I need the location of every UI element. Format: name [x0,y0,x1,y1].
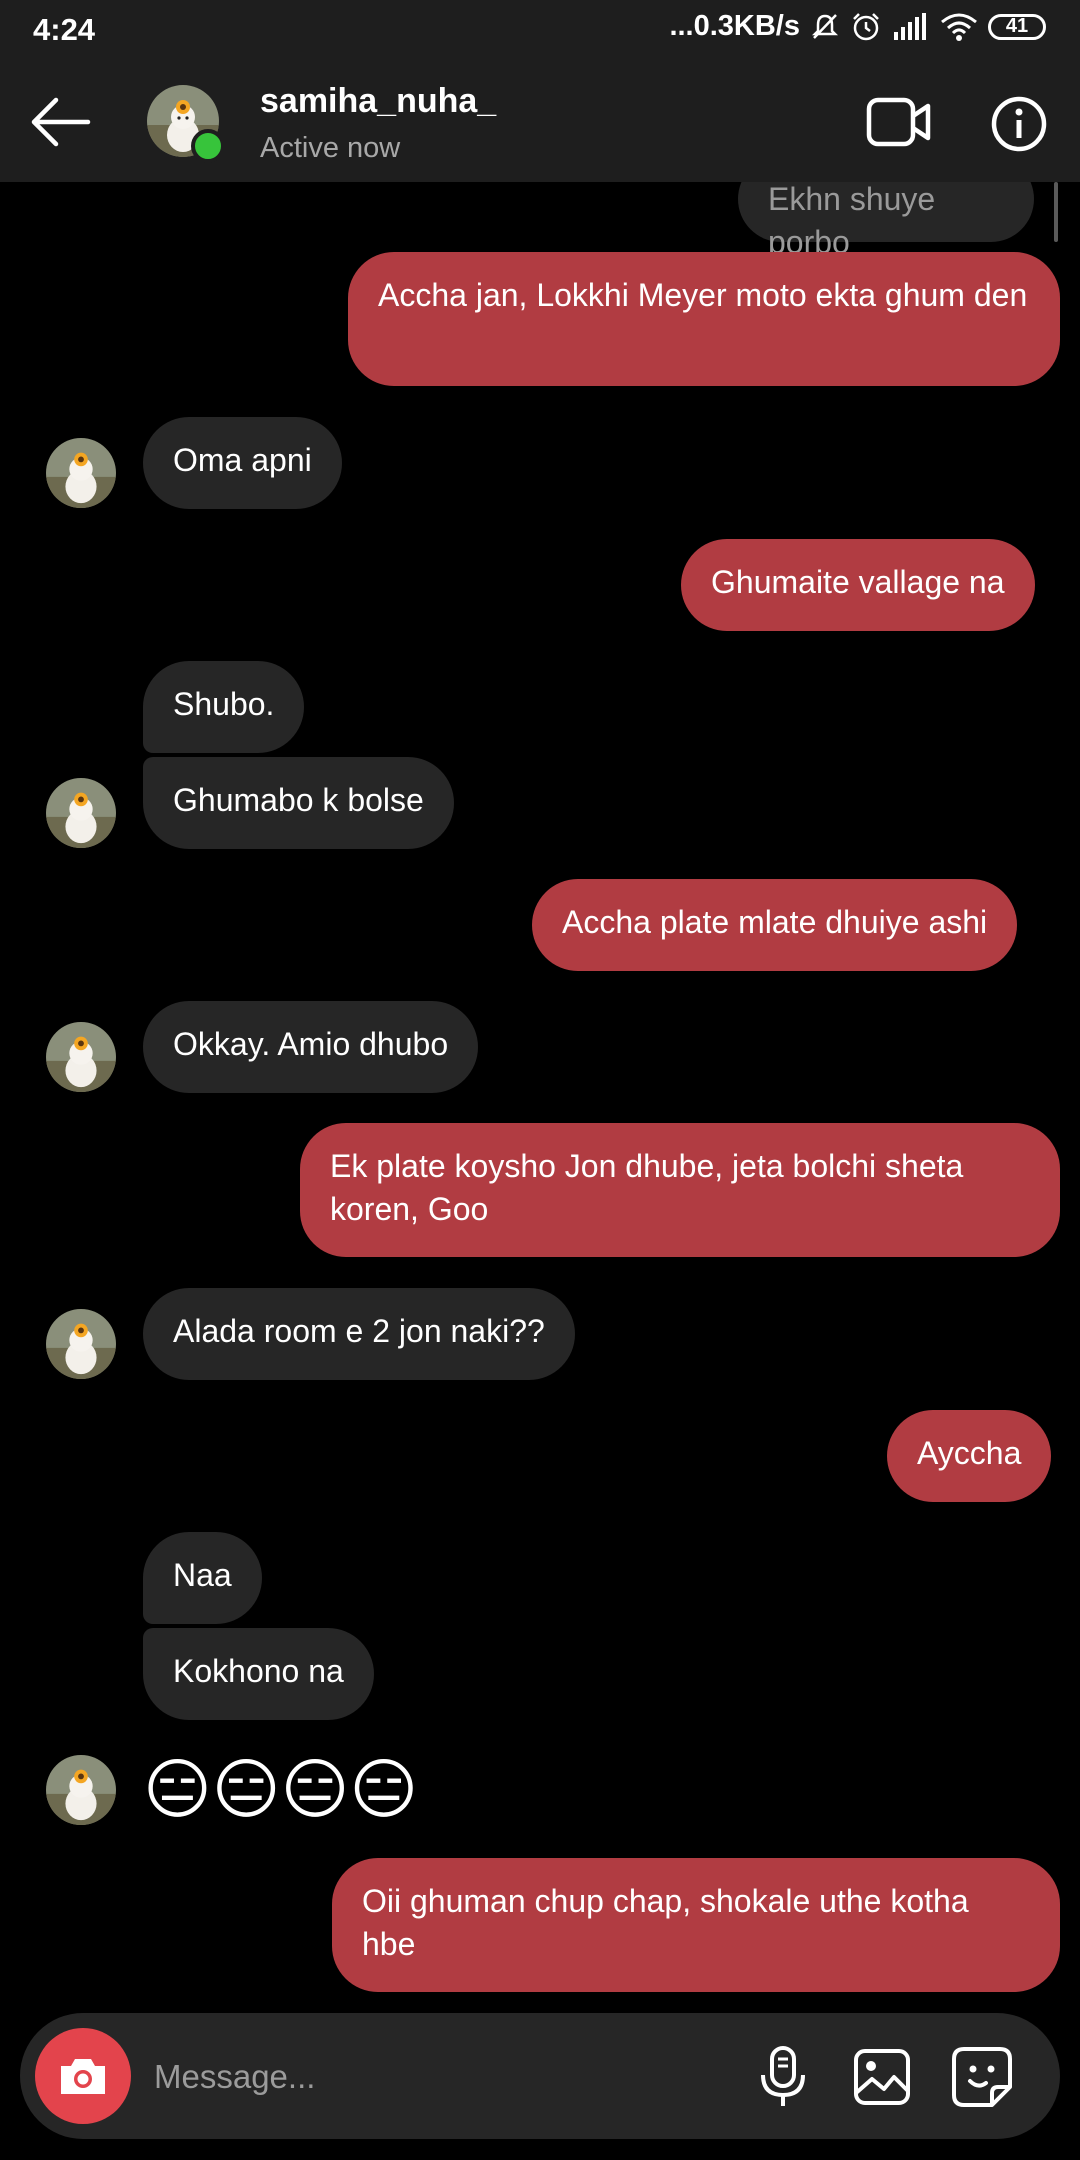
sticker-icon [952,2047,1012,2107]
contact-username[interactable]: samiha_nuha_ [260,82,496,121]
message-outgoing[interactable]: Ayccha [887,1410,1052,1502]
message-outgoing[interactable]: Accha jan, Lokkhi Meyer moto ekta ghum d… [348,252,1060,386]
wifi-icon [941,13,977,41]
message-incoming[interactable]: Ekhn shuye porbo [738,182,1034,260]
video-call-icon [866,97,931,147]
scroll-indicator[interactable] [1054,182,1058,242]
back-arrow-icon [31,97,91,147]
alarm-icon [853,12,879,40]
message-outgoing[interactable]: Accha plate mlate dhuiye ashi [532,879,1018,971]
camera-button[interactable] [35,2028,131,2124]
info-button[interactable] [990,95,1048,153]
camera-icon [61,2059,105,2094]
sticker-button[interactable] [950,2045,1014,2109]
top-bar: 4:24 ...0.3KB/s 41 samiha_nuha_ Active n… [0,0,1080,182]
sender-avatar[interactable] [46,438,116,508]
status-icons: ...0.3KB/s 41 [669,10,1046,43]
network-speed: ...0.3KB/s [669,10,800,42]
battery-level: 41 [1005,15,1029,37]
message-incoming[interactable]: Alada room e 2 jon naki?? [143,1288,575,1380]
message-input[interactable] [152,2051,716,2103]
message-incoming[interactable]: Oma apni [143,417,342,509]
status-time: 4:24 [33,12,96,47]
video-call-button[interactable] [866,96,932,148]
sender-avatar[interactable] [46,1755,116,1825]
online-status-dot [191,129,225,163]
message-composer [20,2013,1060,2139]
gallery-icon [854,2049,910,2105]
microphone-icon [761,2046,805,2106]
sender-avatar[interactable] [46,1022,116,1092]
gallery-button[interactable] [852,2047,912,2107]
message-outgoing[interactable]: Ek plate koysho Jon dhube, jeta bolchi s… [300,1123,1060,1257]
message-incoming[interactable]: Ghumabo k bolse [143,757,454,849]
header-avatar[interactable] [147,85,225,163]
mute-icon [811,13,839,39]
battery-icon: 41 [988,13,1046,40]
message-incoming[interactable]: Kokhono na [143,1628,374,1720]
message-outgoing[interactable]: Ghumaite vallage na [681,539,1035,631]
microphone-button[interactable] [755,2045,811,2109]
info-icon [991,96,1047,152]
message-emoji[interactable]: 😑😑😑😑 [143,1750,418,1830]
back-button[interactable] [26,92,96,152]
message-incoming[interactable]: Naa [143,1532,262,1624]
sender-avatar[interactable] [46,1309,116,1379]
activity-status: Active now [260,132,401,164]
message-incoming[interactable]: Shubo. [143,661,305,753]
signal-icon [894,12,926,40]
message-incoming[interactable]: Okkay. Amio dhubo [143,1001,479,1093]
sender-avatar[interactable] [46,778,116,848]
message-outgoing[interactable]: Oii ghuman chup chap, shokale uthe kotha… [332,1858,1060,1992]
message-thread[interactable]: Ekhn shuye porbo Accha jan, Lokkhi Meyer… [0,182,1080,2002]
